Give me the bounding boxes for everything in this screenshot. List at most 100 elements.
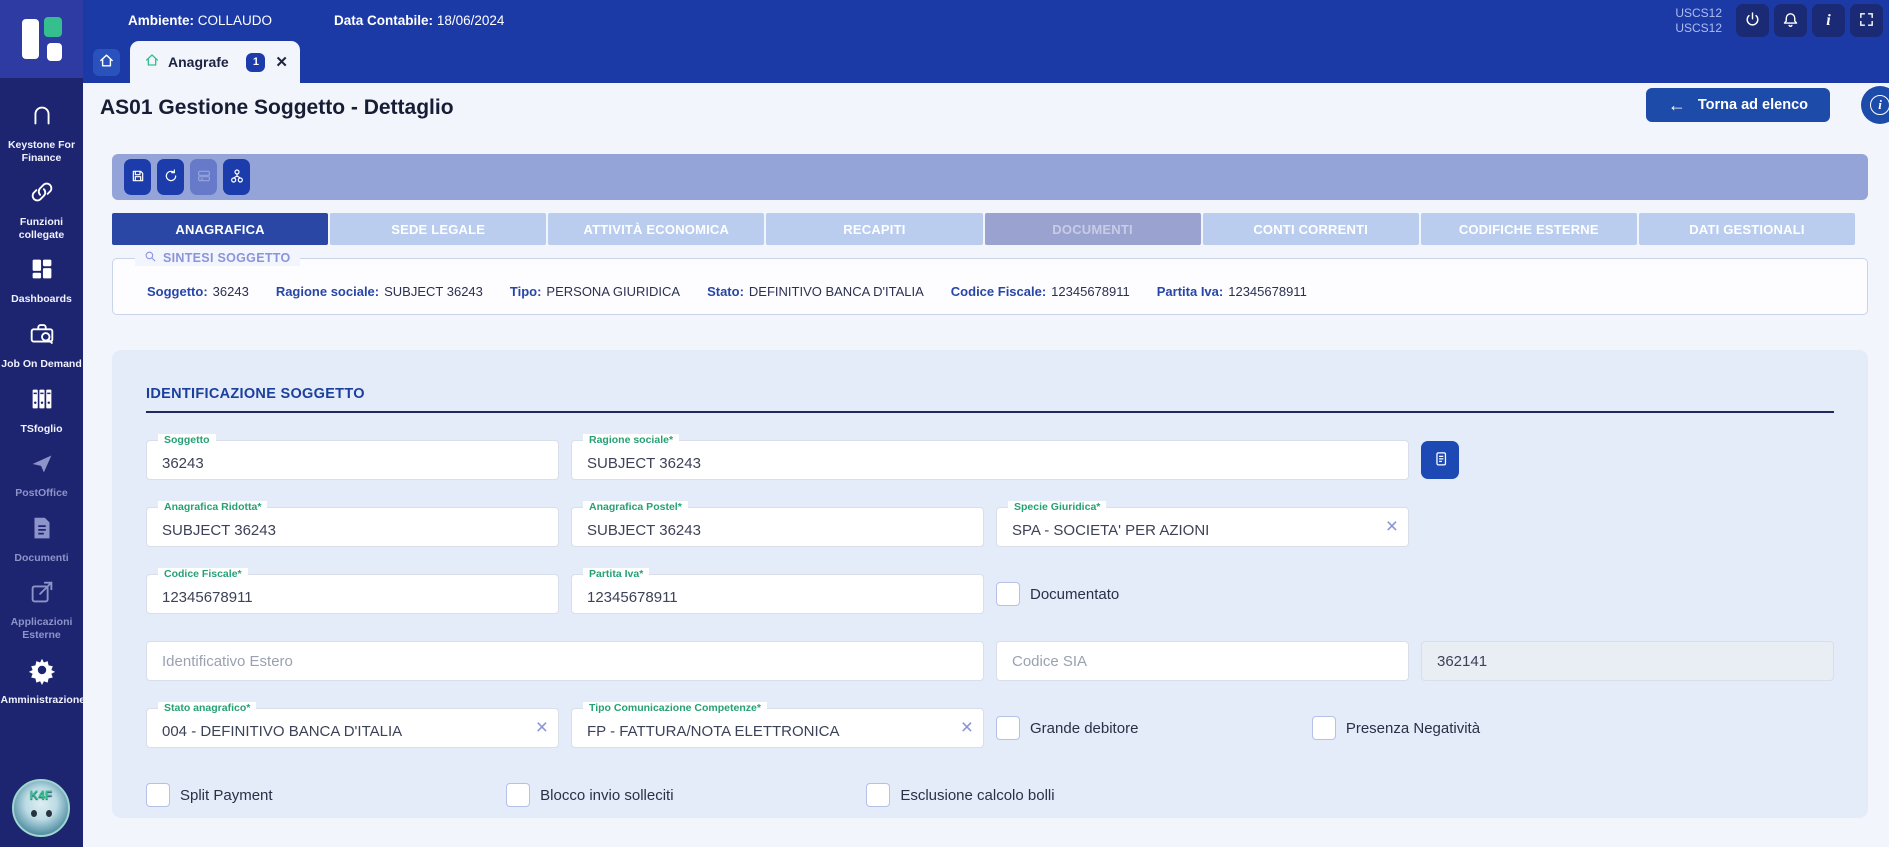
tab-label: ANAGRAFICA: [175, 221, 265, 237]
sidebar-item-amministrazione[interactable]: Amministrazione: [0, 655, 85, 707]
logo-icon: [21, 17, 62, 61]
partita-iva-field: Partita Iva*: [571, 568, 984, 614]
esclusione-calcolo-bolli-checkbox-wrap: Esclusione calcolo bolli: [866, 775, 1214, 815]
ambiente-value: COLLAUDO: [194, 13, 273, 28]
app-logo[interactable]: [0, 0, 83, 78]
fullscreen-button[interactable]: [1850, 4, 1883, 37]
tab-label: SEDE LEGALE: [391, 221, 486, 237]
info-button[interactable]: i: [1812, 4, 1845, 37]
codice-sia-input[interactable]: [997, 642, 1408, 680]
documentato-checkbox[interactable]: [996, 582, 1020, 606]
ragione-sociale-input[interactable]: [572, 441, 1408, 479]
tipo-comunicazione-input[interactable]: [572, 709, 983, 747]
field-label: Stato:: [707, 284, 744, 299]
ragione-sociale-notes-button[interactable]: [1421, 441, 1459, 479]
back-to-list-button[interactable]: ← Torna ad elenco: [1645, 88, 1830, 122]
sidebar-item-postoffice[interactable]: PostOffice: [0, 448, 83, 500]
specie-giuridica-input[interactable]: [997, 508, 1408, 546]
sintesi-soggetto: Soggetto: 36243: [147, 284, 249, 299]
sidebar-item-job-on-demand[interactable]: Job On Demand: [0, 319, 83, 371]
refresh-button[interactable]: [157, 159, 184, 195]
sintesi-legend: SINTESI SOGGETTO: [135, 250, 300, 266]
esclusione-calcolo-bolli-checkbox[interactable]: [866, 783, 891, 807]
logout-button[interactable]: [1736, 4, 1769, 37]
sintesi-partita-iva: Partita Iva: 12345678911: [1157, 284, 1307, 299]
codice-readonly-input: [1422, 642, 1833, 680]
documentato-label: Documentato: [1030, 585, 1120, 603]
field-value: 36243: [212, 284, 249, 299]
identificativo-estero-input[interactable]: [147, 642, 983, 680]
page-info-button[interactable]: i: [1861, 86, 1889, 124]
clear-icon[interactable]: ×: [1386, 514, 1398, 539]
anagrafica-ridotta-input[interactable]: [147, 508, 558, 546]
grande-debitore-checkbox[interactable]: [996, 716, 1020, 740]
power-icon: [1744, 11, 1761, 31]
external-link-icon: [27, 577, 57, 612]
field-value: SUBJECT 36243: [384, 284, 483, 299]
identificativo-estero-field: [146, 641, 984, 681]
tab-codifiche-esterne[interactable]: CODIFICHE ESTERNE: [1420, 213, 1637, 245]
blocco-invio-solleciti-checkbox[interactable]: [506, 783, 531, 807]
presenza-negativita-label: Presenza Negatività: [1345, 719, 1481, 737]
tab-anagrafica[interactable]: ANAGRAFICA: [112, 213, 329, 245]
clear-icon[interactable]: ×: [961, 715, 973, 740]
section-title: IDENTIFICAZIONE SOGGETTO: [146, 386, 1834, 413]
field-label: Stato anagrafico*: [158, 702, 257, 714]
info-circle-icon: i: [1870, 95, 1889, 115]
sintesi-stato: Stato: DEFINITIVO BANCA D'ITALIA: [707, 284, 924, 299]
tab-recapiti[interactable]: RECAPITI: [766, 213, 983, 245]
presenza-negativita-checkbox-wrap: Presenza Negatività: [1311, 708, 1481, 748]
specie-giuridica-field: Specie Giuridica* ×: [996, 501, 1409, 547]
sidebar-item-applicazioni-esterne[interactable]: Applicazioni Esterne: [0, 577, 83, 641]
sidebar-item-funzioni-collegate[interactable]: Funzioni collegate: [0, 177, 83, 241]
save-button[interactable]: [124, 159, 151, 195]
form-row-5: Stato anagrafico* × Tipo Comunicazione C…: [146, 702, 1834, 748]
codice-sia-field: [996, 641, 1409, 681]
tab-close-icon[interactable]: ✕: [275, 55, 288, 70]
topbar-info: Ambiente: COLLAUDO Data Contabile: 18/06…: [83, 0, 1889, 41]
sidebar-item-label: Job On Demand: [1, 357, 82, 370]
anagrafica-postel-input[interactable]: [572, 508, 983, 546]
form-row-2: Anagrafica Ridotta* Anagrafica Postel* S…: [146, 501, 1834, 547]
tab-anagrafe[interactable]: Anagrafe 1 ✕: [130, 41, 300, 83]
sintesi-title: SINTESI SOGGETTO: [163, 251, 291, 265]
send-icon: [27, 448, 57, 483]
ragione-sociale-field: Ragione sociale*: [571, 434, 1409, 480]
documentato-checkbox-wrap: Documentato: [996, 574, 1409, 614]
tab-sede-legale[interactable]: SEDE LEGALE: [330, 213, 547, 245]
rows-icon: [196, 168, 212, 187]
presenza-negativita-checkbox[interactable]: [1311, 716, 1336, 740]
tab-dati-gestionali[interactable]: DATI GESTIONALI: [1638, 213, 1855, 245]
user-avatar[interactable]: K4F: [12, 779, 70, 837]
codice-fiscale-field: Codice Fiscale*: [146, 568, 559, 614]
section-tabs: ANAGRAFICA SEDE LEGALE ATTIVITÀ ECONOMIC…: [112, 213, 1855, 245]
identificazione-soggetto-card: IDENTIFICAZIONE SOGGETTO Soggetto Ragion…: [112, 350, 1868, 818]
codice-fiscale-input[interactable]: [147, 575, 558, 613]
field-label: Partita Iva:: [1156, 284, 1224, 299]
tab-attivita-economica[interactable]: ATTIVITÀ ECONOMICA: [548, 213, 765, 245]
sintesi-soggetto-panel: SINTESI SOGGETTO Soggetto: 36243 Ragione …: [112, 250, 1868, 315]
sidebar-item-keystone-for-finance[interactable]: Keystone For Finance: [0, 100, 83, 164]
avatar-label: K4F: [29, 788, 53, 802]
hierarchy-button[interactable]: [223, 159, 250, 195]
floppy-save-icon: [130, 168, 146, 187]
sidebar-item-tsfoglio[interactable]: TSfoglio: [0, 384, 83, 436]
sidebar-item-dashboards[interactable]: Dashboards: [0, 254, 83, 306]
notes-icon: [1432, 450, 1449, 470]
split-payment-checkbox-wrap: Split Payment: [146, 775, 494, 815]
home-button[interactable]: [93, 49, 120, 76]
tab-label: CONTI CORRENTI: [1253, 221, 1369, 237]
sidebar: Keystone For Finance Funzioni collegate …: [0, 0, 85, 847]
topbar: Ambiente: COLLAUDO Data Contabile: 18/06…: [83, 0, 1889, 83]
data-contabile-field: Data Contabile: 18/06/2024: [334, 13, 504, 28]
clear-icon[interactable]: ×: [536, 715, 548, 740]
soggetto-input[interactable]: [147, 441, 558, 479]
fullscreen-icon: [1858, 11, 1875, 31]
notifications-button[interactable]: [1774, 4, 1807, 37]
partita-iva-input[interactable]: [572, 575, 983, 613]
stato-anagrafico-input[interactable]: [147, 709, 558, 747]
split-payment-checkbox[interactable]: [146, 783, 170, 807]
tab-conti-correnti[interactable]: CONTI CORRENTI: [1202, 213, 1419, 245]
tab-label: DOCUMENTI: [1052, 221, 1133, 237]
sidebar-item-documenti[interactable]: Documenti: [0, 513, 83, 565]
